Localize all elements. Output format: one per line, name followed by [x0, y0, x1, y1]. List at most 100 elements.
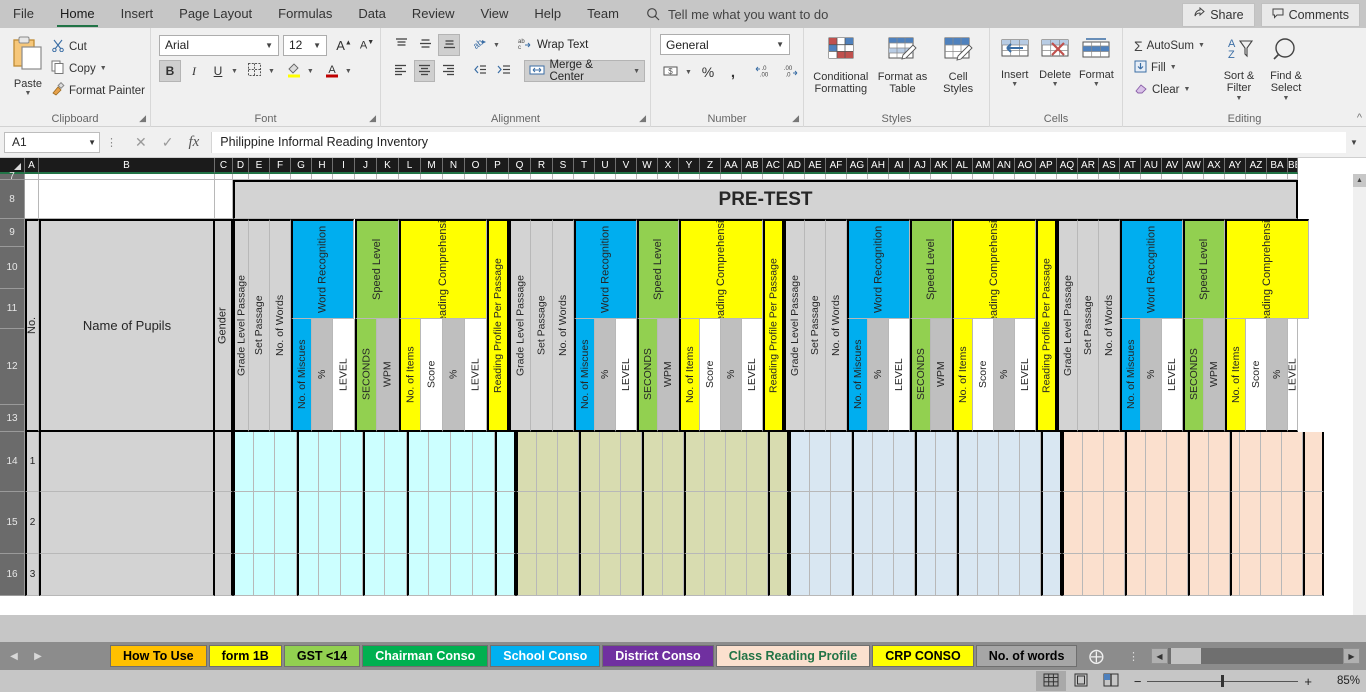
data-cell-b3-glp-1[interactable]	[789, 432, 810, 492]
data-cell-b4-wr1-2[interactable]	[1125, 492, 1146, 554]
data-cell-b2-sl2-2[interactable]	[663, 492, 684, 554]
subheader-rc3-4[interactable]: %	[1267, 319, 1288, 432]
data-cell-b2-wr2-1[interactable]	[600, 432, 621, 492]
zoom-out-button[interactable]: −	[1134, 674, 1142, 689]
row-header-8[interactable]: 8	[0, 180, 25, 219]
column-header-AX[interactable]: AX	[1204, 158, 1225, 174]
vertical-scrollbar[interactable]: ▲	[1353, 174, 1366, 615]
data-cell-b3-wr3-1[interactable]	[894, 432, 915, 492]
sheet-tab-class-reading-profile[interactable]: Class Reading Profile	[715, 645, 871, 667]
chevron-down-icon[interactable]: ▼	[493, 42, 500, 49]
column-header-AQ[interactable]: AQ	[1057, 158, 1078, 174]
column-header-A[interactable]: A	[25, 158, 39, 174]
data-cell-b1-wr3-2[interactable]	[341, 492, 363, 554]
subheader-sl2-1[interactable]: WPM	[377, 319, 399, 432]
data-cell-b2-rp-1[interactable]	[768, 432, 789, 492]
data-cell-b1-wr2-1[interactable]	[319, 432, 341, 492]
chevron-down-icon[interactable]: ▼	[1170, 64, 1177, 71]
subheader-wr3-1[interactable]: LEVEL	[333, 319, 355, 432]
data-cell-b2-wr1-2[interactable]	[579, 492, 600, 554]
data-cell-b1-rc4-2[interactable]	[473, 492, 495, 554]
data-cell-b2-wr2-3[interactable]	[600, 554, 621, 596]
data-cell-b2-sl2-3[interactable]	[663, 554, 684, 596]
subheader-rc1-4[interactable]: No. of Items	[1225, 319, 1246, 432]
data-cell-b2-sl1-3[interactable]	[642, 554, 663, 596]
data-cell-b4-wr3-1[interactable]	[1167, 432, 1188, 492]
decrease-font-size-button[interactable]: A▼	[356, 34, 378, 56]
data-cell-b2-rc4-1[interactable]	[747, 432, 768, 492]
data-cell-b4-sp-3[interactable]	[1083, 554, 1104, 596]
wrap-text-button[interactable]: ab c Wrap Text	[514, 34, 592, 56]
data-cell-b1-rc1-2[interactable]	[407, 492, 429, 554]
data-cell-b1-sp-2[interactable]	[254, 492, 275, 554]
data-cell-b3-rc3-3[interactable]	[999, 554, 1020, 596]
data-cell-b1-wr1-2[interactable]	[297, 492, 319, 554]
data-cell-b4-rc1-3[interactable]	[1230, 554, 1240, 596]
data-cell-b1-rc1-3[interactable]	[407, 554, 429, 596]
data-cell-b3-sl1-2[interactable]	[915, 492, 936, 554]
subheader-rc4-4[interactable]: LEVEL	[1288, 319, 1298, 432]
column-header-P[interactable]: P	[487, 158, 509, 174]
data-cell-b2-sl1-1[interactable]	[642, 432, 663, 492]
ribbon-tab-review[interactable]: Review	[399, 2, 468, 26]
subheader-rc4-3[interactable]: LEVEL	[1015, 319, 1036, 432]
align-middle-button[interactable]	[414, 34, 436, 56]
zoom-slider[interactable]: − +	[1134, 674, 1312, 689]
merge-center-button[interactable]: Merge & Center ▼	[524, 59, 645, 83]
subheader-rc2-4[interactable]: Score	[1246, 319, 1267, 432]
data-cell-b3-nw-2[interactable]	[831, 492, 852, 554]
align-left-button[interactable]	[390, 60, 412, 82]
borders-button[interactable]	[244, 60, 266, 82]
data-cell-b3-nw-1[interactable]	[831, 432, 852, 492]
column-header-Q[interactable]: Q	[509, 158, 531, 174]
header-group-wr1-1[interactable]: Word Recognition	[291, 219, 354, 319]
data-cell-b1-rc4-1[interactable]	[473, 432, 495, 492]
data-cell-b3-sp-2[interactable]	[810, 492, 831, 554]
decrease-decimal-button[interactable]: .00.0	[778, 61, 800, 83]
chevron-down-icon[interactable]: ▼	[268, 68, 275, 75]
font-color-button[interactable]: A	[321, 60, 343, 82]
subheader-sl2-3[interactable]: WPM	[931, 319, 952, 432]
subheader-rc3-2[interactable]: %	[721, 319, 742, 432]
column-header-M[interactable]: M	[421, 158, 443, 174]
prev-sheet-button[interactable]: ◀	[2, 651, 26, 662]
insert-cells-button[interactable]: Insert ▼	[995, 35, 1034, 88]
data-cell-b4-rp-3[interactable]	[1303, 554, 1324, 596]
ribbon-collapse-button[interactable]: ^	[1357, 112, 1362, 124]
data-cell-b1-wr3-1[interactable]	[341, 432, 363, 492]
data-cell-b1-rc2-1[interactable]	[429, 432, 451, 492]
column-header-AM[interactable]: AM	[973, 158, 994, 174]
header-gender[interactable]: Gender	[215, 219, 233, 432]
tell-me-box[interactable]: Tell me what you want to do	[646, 7, 828, 22]
next-sheet-button[interactable]: ▶	[26, 651, 50, 662]
data-cell-b4-wr2-2[interactable]	[1146, 492, 1167, 554]
chevron-down-icon[interactable]: ▼	[1052, 81, 1059, 88]
header-glp-4[interactable]: Grade Level Passage	[1057, 219, 1078, 432]
data-cell-b1-wr1-1[interactable]	[297, 432, 319, 492]
column-header-AG[interactable]: AG	[847, 158, 868, 174]
data-cell-b3-glp-2[interactable]	[789, 492, 810, 554]
data-cell-b1-wr3-3[interactable]	[341, 554, 363, 596]
cell-A8[interactable]	[25, 180, 39, 219]
subheader-wr1-3[interactable]: No. of Miscues	[847, 319, 868, 432]
data-cell-b3-rc1-3[interactable]	[957, 554, 978, 596]
data-cell-b4-glp-3[interactable]	[1062, 554, 1083, 596]
subheader-rc2-1[interactable]: Score	[421, 319, 443, 432]
subheader-rc1-2[interactable]: No. of Items	[679, 319, 700, 432]
header-rp-1[interactable]: Reading Profile Per Passage	[487, 219, 509, 432]
header-group-wr1-2[interactable]: Word Recognition	[574, 219, 637, 319]
column-header-AR[interactable]: AR	[1078, 158, 1099, 174]
data-cell-b4-glp-2[interactable]	[1062, 492, 1083, 554]
data-cell-b2-glp-2[interactable]	[516, 492, 537, 554]
column-header-R[interactable]: R	[531, 158, 553, 174]
data-cell-b4-wr3-2[interactable]	[1167, 492, 1188, 554]
data-cell-b4-glp-1[interactable]	[1062, 432, 1083, 492]
data-cell-b4-sl2-2[interactable]	[1209, 492, 1230, 554]
data-cell-b3-rc4-3[interactable]	[1020, 554, 1041, 596]
data-cell-b1-rc2-3[interactable]	[429, 554, 451, 596]
data-no-2[interactable]: 2	[25, 492, 39, 554]
align-center-button[interactable]	[413, 60, 436, 82]
align-bottom-button[interactable]	[438, 34, 460, 56]
sheet-tab-chairman-conso[interactable]: Chairman Conso	[362, 645, 489, 667]
chevron-down-icon[interactable]: ▼	[1198, 42, 1205, 49]
